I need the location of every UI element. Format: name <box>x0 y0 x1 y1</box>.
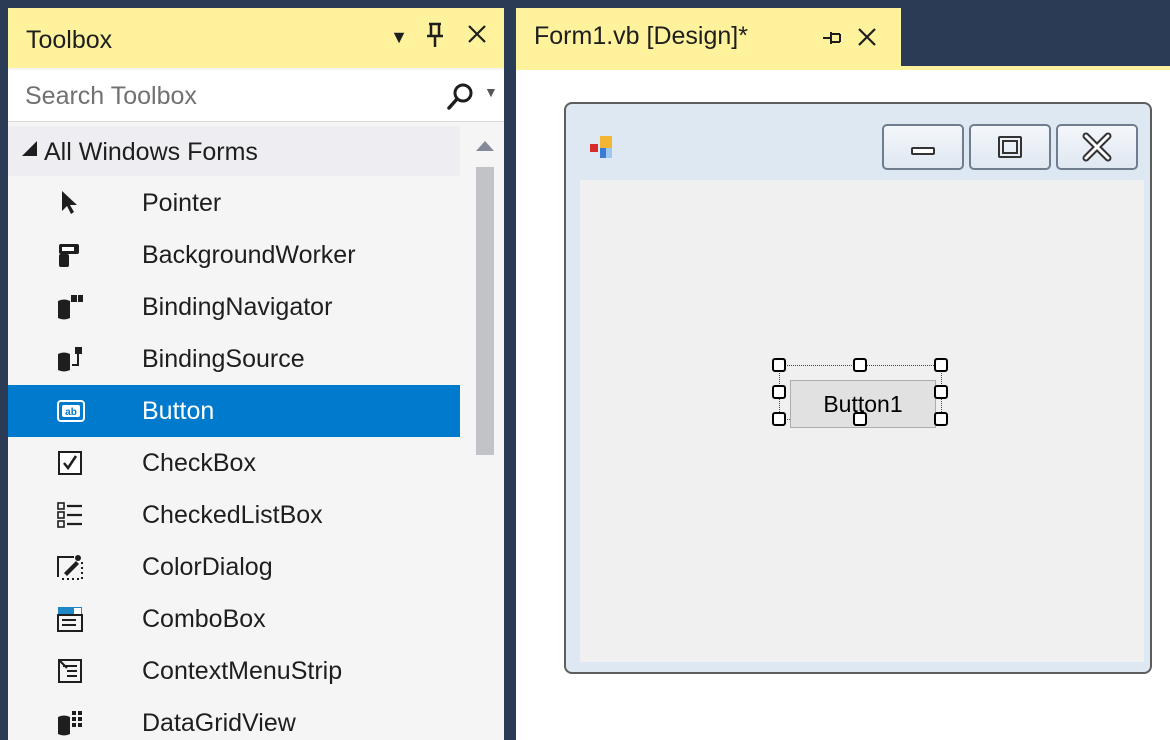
tab-accent-line <box>516 66 1170 70</box>
toolbox-title: Toolbox <box>26 26 113 54</box>
close-tab-icon[interactable] <box>856 26 878 48</box>
colordialog-icon <box>56 553 84 581</box>
document-area: Form1.vb [Design]* Button1 <box>508 0 1170 740</box>
minimize-button[interactable] <box>882 124 964 170</box>
toolbox-item-datagridview[interactable]: DataGridView <box>8 697 460 740</box>
form-titlebar[interactable] <box>566 104 1150 180</box>
form-client-area[interactable]: Button1 <box>580 180 1144 662</box>
search-icon[interactable] <box>445 82 475 112</box>
panel-menu-dropdown-icon[interactable]: ▼ <box>386 22 412 52</box>
resize-handle-bottom-right[interactable] <box>934 412 948 426</box>
contextmenustrip-icon <box>56 657 84 685</box>
category-header-all-windows-forms[interactable]: All Windows Forms <box>8 126 460 176</box>
design-surface[interactable]: Button1 <box>516 66 1170 740</box>
search-options-dropdown-icon[interactable]: ▼ <box>484 84 498 100</box>
scroll-up-arrow-icon[interactable] <box>476 141 494 151</box>
toolbox-scrollbar[interactable] <box>468 123 504 740</box>
bindingnavigator-icon <box>56 293 84 321</box>
toolbox-item-label: Button <box>142 397 215 425</box>
tab-title: Form1.vb [Design]* <box>534 22 748 50</box>
toolbox-item-contextmenustrip[interactable]: ContextMenuStrip <box>8 645 460 697</box>
toolbox-item-pointer[interactable]: Pointer <box>8 177 460 229</box>
form1-window[interactable]: Button1 <box>564 102 1152 674</box>
toolbox-item-label: ContextMenuStrip <box>142 657 343 685</box>
toolbox-item-label: ColorDialog <box>142 553 273 581</box>
close-window-icon <box>1082 132 1112 162</box>
toolbox-item-label: CheckedListBox <box>142 501 323 529</box>
maximize-icon <box>998 136 1022 158</box>
checkedlistbox-icon <box>56 501 84 529</box>
toolbox-search-box: ▼ <box>8 70 504 122</box>
toolbox-item-combobox[interactable]: ComboBox <box>8 593 460 645</box>
close-window-button[interactable] <box>1056 124 1138 170</box>
toolbox-item-label: BindingSource <box>142 345 305 373</box>
toolbox-list: All Windows Forms Pointer BackgroundWork… <box>8 123 468 740</box>
backgroundworker-icon <box>56 241 84 269</box>
toolbox-item-colordialog[interactable]: ColorDialog <box>8 541 460 593</box>
minimize-icon <box>911 147 935 155</box>
checkbox-icon <box>56 449 84 477</box>
toolbox-item-label: CheckBox <box>142 449 256 477</box>
toolbox-item-bindingsource[interactable]: BindingSource <box>8 333 460 385</box>
toolbox-item-label: BackgroundWorker <box>142 241 356 269</box>
toolbox-item-label: DataGridView <box>142 709 296 737</box>
toolbox-header: Toolbox ▼ <box>8 8 504 68</box>
resize-handle-top-left[interactable] <box>772 358 786 372</box>
scroll-thumb[interactable] <box>476 167 494 455</box>
toolbox-item-label: ComboBox <box>142 605 266 633</box>
toolbox-panel: Toolbox ▼ ▼ All Windows Forms Pointer <box>0 0 508 740</box>
resize-handle-right[interactable] <box>934 385 948 399</box>
datagridview-icon <box>56 709 84 737</box>
pointer-icon <box>56 189 84 217</box>
svg-text:ab: ab <box>65 407 77 418</box>
tab-form1-design[interactable]: Form1.vb [Design]* <box>516 8 901 66</box>
resize-handle-left[interactable] <box>772 385 786 399</box>
button-icon: ab <box>56 397 85 425</box>
toolbox-item-checkbox[interactable]: CheckBox <box>8 437 460 489</box>
resize-handle-top[interactable] <box>853 358 867 372</box>
resize-handle-bottom-left[interactable] <box>772 412 786 426</box>
close-icon[interactable] <box>464 22 490 52</box>
toolbox-item-bindingnavigator[interactable]: BindingNavigator <box>8 281 460 333</box>
toolbox-item-button[interactable]: ab Button <box>8 385 460 437</box>
search-input[interactable] <box>25 70 425 122</box>
toolbox-item-label: Pointer <box>142 189 222 217</box>
bindingsource-icon <box>56 345 84 373</box>
toolbox-item-label: BindingNavigator <box>142 293 333 321</box>
pin-tab-icon[interactable] <box>821 28 843 48</box>
combobox-icon <box>56 605 84 633</box>
resize-handle-top-right[interactable] <box>934 358 948 372</box>
toolbox-item-checkedlistbox[interactable]: CheckedListBox <box>8 489 460 541</box>
form-app-icon <box>588 134 616 162</box>
toolbox-item-backgroundworker[interactable]: BackgroundWorker <box>8 229 460 281</box>
expand-triangle-icon[interactable] <box>22 141 37 156</box>
maximize-button[interactable] <box>969 124 1051 170</box>
pin-icon[interactable] <box>422 22 448 52</box>
category-label: All Windows Forms <box>44 138 258 166</box>
resize-handle-bottom[interactable] <box>853 412 867 426</box>
